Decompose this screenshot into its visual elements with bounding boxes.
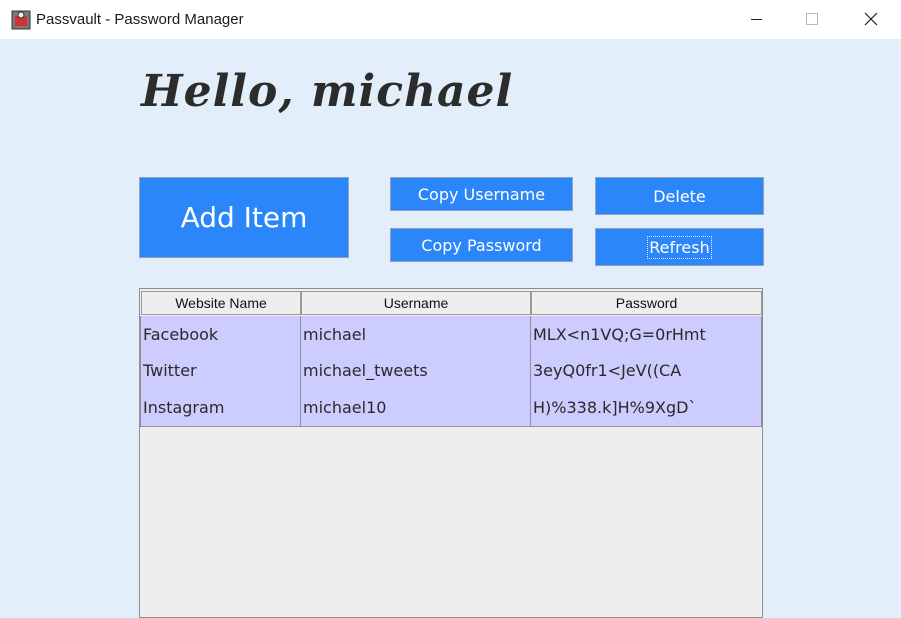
column-header-username[interactable]: Username xyxy=(301,291,531,315)
maximize-button[interactable] xyxy=(783,0,841,39)
close-button[interactable] xyxy=(842,0,900,39)
cell-password[interactable]: H)%338.k]H%9XgD` xyxy=(531,389,762,427)
refresh-button-label: Refresh xyxy=(647,235,712,259)
minimize-button[interactable] xyxy=(727,0,785,39)
greeting-heading: Hello, michael xyxy=(141,66,514,117)
add-item-button[interactable]: Add Item xyxy=(139,177,349,258)
cell-website[interactable]: Twitter xyxy=(140,352,301,390)
copy-username-button[interactable]: Copy Username xyxy=(390,177,573,211)
table-row[interactable]: Instagram michael10 H)%338.k]H%9XgD` xyxy=(140,389,762,427)
cell-password[interactable]: MLX<n1VQ;G=0rHmt xyxy=(531,316,762,354)
cell-username[interactable]: michael10 xyxy=(301,389,531,427)
cell-password[interactable]: 3eyQ0fr1<JeV((CA xyxy=(531,352,762,390)
window-title: Passvault - Password Manager xyxy=(36,11,244,28)
column-header-website[interactable]: Website Name xyxy=(141,291,301,315)
title-bar: Passvault - Password Manager xyxy=(0,0,901,39)
maximize-icon xyxy=(806,13,818,25)
cell-username[interactable]: michael_tweets xyxy=(301,352,531,390)
minimize-icon xyxy=(751,19,762,20)
app-icon[interactable] xyxy=(11,10,31,30)
cell-username[interactable]: michael xyxy=(301,316,531,354)
cell-website[interactable]: Facebook xyxy=(140,316,301,354)
delete-button[interactable]: Delete xyxy=(595,177,764,215)
table-row[interactable]: Twitter michael_tweets 3eyQ0fr1<JeV((CA xyxy=(140,352,762,390)
table-row[interactable]: Facebook michael MLX<n1VQ;G=0rHmt xyxy=(140,316,762,354)
close-icon xyxy=(864,12,878,26)
copy-password-button[interactable]: Copy Password xyxy=(390,228,573,262)
table-header: Website Name Username Password xyxy=(140,289,762,317)
cell-website[interactable]: Instagram xyxy=(140,389,301,427)
refresh-button[interactable]: Refresh xyxy=(595,228,764,266)
password-table[interactable]: Website Name Username Password Facebook … xyxy=(139,288,763,618)
column-header-password[interactable]: Password xyxy=(531,291,762,315)
